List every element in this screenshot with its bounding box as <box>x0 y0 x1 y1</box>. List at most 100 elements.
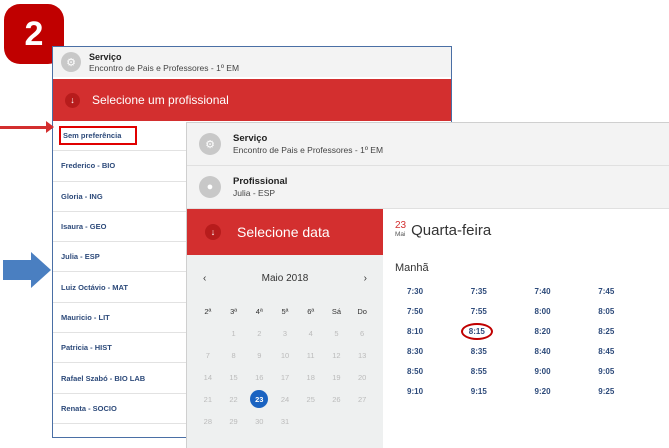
professional-item[interactable]: Patricia - HIST <box>53 333 187 364</box>
calendar-day[interactable]: 1 <box>221 329 247 338</box>
time-slot[interactable]: 7:45 <box>596 287 660 296</box>
calendar-day[interactable]: 5 <box>324 329 350 338</box>
calendar-day[interactable]: 17 <box>272 373 298 382</box>
period-label: Manhã <box>395 262 429 274</box>
calendar-day[interactable]: 2 <box>246 329 272 338</box>
calendar-day[interactable]: 22 <box>221 395 247 404</box>
selected-day-number: 23 <box>395 220 407 231</box>
calendar-day[interactable]: 16 <box>246 373 272 382</box>
weekday-label: Sá <box>331 306 342 316</box>
select-date-header[interactable]: ↓ Selecione data <box>187 209 383 255</box>
weekday-label: 4ª <box>255 306 263 316</box>
time-slot[interactable]: 9:15 <box>469 387 533 396</box>
calendar-day[interactable]: 28 <box>195 417 221 426</box>
select-professional-header[interactable]: ↓ Selecione um profissional <box>53 79 451 121</box>
professional-item[interactable]: Luiz Octávio - MAT <box>53 272 187 303</box>
calendar-week-row: 7 8 9 10 11 12 13 <box>195 344 375 366</box>
service-row: ⚙ Serviço Encontro de Pais e Professores… <box>187 123 669 166</box>
date-selection-panel: ⚙ Serviço Encontro de Pais e Professores… <box>186 122 669 448</box>
weekday-label: 3ª <box>230 306 238 316</box>
weekday-label: 6ª <box>307 306 315 316</box>
calendar-day[interactable]: 25 <box>298 395 324 404</box>
professional-title: Profissional <box>233 176 288 187</box>
calendar-grid: 2ª 3ª 4ª 5ª 6ª Sá Do 1 2 3 4 5 6 7 8 9 10 11 12 13 14 15 16 17 1… <box>195 300 375 432</box>
calendar-day[interactable]: 20 <box>349 373 375 382</box>
calendar-header: Maio 2018 ‹ › <box>187 273 383 287</box>
chevron-left-icon[interactable]: ‹ <box>203 273 206 284</box>
calendar-day[interactable]: 27 <box>349 395 375 404</box>
time-slot-circled[interactable]: 8:15 <box>460 322 533 340</box>
professional-item[interactable]: Isaura - GEO <box>53 212 187 243</box>
calendar-day[interactable]: 21 <box>195 395 221 404</box>
time-slot[interactable]: 8:45 <box>596 347 660 356</box>
calendar-day[interactable]: 31 <box>272 417 298 426</box>
time-slot[interactable]: 8:35 <box>469 347 533 356</box>
time-slot[interactable]: 8:10 <box>405 327 469 336</box>
time-slot[interactable]: 9:10 <box>405 387 469 396</box>
professional-item-sem-preferencia[interactable]: Sem preferência <box>53 121 187 152</box>
time-slot[interactable]: 9:20 <box>533 387 597 396</box>
time-slot[interactable]: 8:55 <box>469 367 533 376</box>
weekday-label: 5ª <box>281 306 289 316</box>
time-slot[interactable]: 7:55 <box>469 307 533 316</box>
calendar-week-row: 21 22 23 24 25 26 27 <box>195 388 375 410</box>
time-slot[interactable]: 7:30 <box>405 287 469 296</box>
professional-item[interactable]: Rafael Szabó - BIO LAB <box>53 363 187 394</box>
service-subtitle: Encontro de Pais e Professores - 1º EM <box>233 145 384 155</box>
wrench-icon: ⚙ <box>61 52 81 72</box>
calendar-day[interactable]: 24 <box>272 395 298 404</box>
time-slot-row: 7:30 7:35 7:40 7:45 <box>405 281 660 301</box>
calendar-day[interactable]: 8 <box>221 351 247 360</box>
calendar-day[interactable]: 30 <box>246 417 272 426</box>
calendar-week-row: 28 29 30 31 <box>195 410 375 432</box>
service-row: ⚙ Serviço Encontro de Pais e Professores… <box>53 47 451 77</box>
time-slot[interactable]: 7:35 <box>469 287 533 296</box>
calendar-month-label: Maio 2018 <box>261 273 309 284</box>
professional-item[interactable]: Renata - SOCIO <box>53 394 187 424</box>
time-slot-row: 7:50 7:55 8:00 8:05 <box>405 301 660 321</box>
time-slot[interactable]: 9:00 <box>533 367 597 376</box>
time-slot[interactable]: 8:00 <box>533 307 597 316</box>
arrow-down-icon: ↓ <box>205 224 221 240</box>
time-slot[interactable]: 9:25 <box>596 387 660 396</box>
calendar-day[interactable]: 10 <box>272 351 298 360</box>
calendar-day[interactable]: 19 <box>324 373 350 382</box>
select-date-label: Selecione data <box>237 224 330 240</box>
blue-pointer-arrow <box>3 252 51 288</box>
calendar-day[interactable]: 15 <box>221 373 247 382</box>
calendar-day[interactable]: 11 <box>298 351 324 360</box>
time-slot-row: 9:10 9:15 9:20 9:25 <box>405 381 660 401</box>
calendar-day-selected[interactable]: 23 <box>246 390 272 408</box>
time-slot[interactable]: 8:20 <box>533 327 597 336</box>
calendar-day[interactable]: 18 <box>298 373 324 382</box>
time-slot[interactable]: 8:40 <box>533 347 597 356</box>
professional-item[interactable]: Frederico - BIO <box>53 151 187 182</box>
selected-weekday: Quarta-feira <box>411 222 492 239</box>
calendar-day[interactable]: 13 <box>349 351 375 360</box>
professional-item[interactable]: Mauricio - LIT <box>53 303 187 334</box>
time-slot[interactable]: 7:50 <box>405 307 469 316</box>
calendar-day[interactable]: 4 <box>298 329 324 338</box>
calendar-day[interactable]: 7 <box>195 351 221 360</box>
calendar-week-row: 14 15 16 17 18 19 20 <box>195 366 375 388</box>
calendar-day[interactable]: 14 <box>195 373 221 382</box>
time-slot[interactable]: 7:40 <box>533 287 597 296</box>
professional-item[interactable]: Gloria - ING <box>53 182 187 212</box>
calendar-day[interactable]: 3 <box>272 329 298 338</box>
calendar-day[interactable]: 9 <box>246 351 272 360</box>
time-slot[interactable]: 9:05 <box>596 367 660 376</box>
calendar-day[interactable]: 26 <box>324 395 350 404</box>
time-slot-row: 8:30 8:35 8:40 8:45 <box>405 341 660 361</box>
calendar-day[interactable]: 29 <box>221 417 247 426</box>
professional-item-julia[interactable]: Julia - ESP <box>53 242 187 273</box>
time-slot[interactable]: 8:30 <box>405 347 469 356</box>
weekday-label: 2ª <box>204 306 212 316</box>
time-slot[interactable]: 8:25 <box>596 327 660 336</box>
time-slot[interactable]: 8:50 <box>405 367 469 376</box>
time-slots: 7:30 7:35 7:40 7:45 7:50 7:55 8:00 8:05 8:10 8:15… <box>405 281 660 401</box>
arrow-down-icon: ↓ <box>65 92 80 108</box>
calendar-day[interactable]: 12 <box>324 351 350 360</box>
calendar-day[interactable]: 6 <box>349 329 375 338</box>
chevron-right-icon[interactable]: › <box>364 273 367 284</box>
time-slot[interactable]: 8:05 <box>596 307 660 316</box>
